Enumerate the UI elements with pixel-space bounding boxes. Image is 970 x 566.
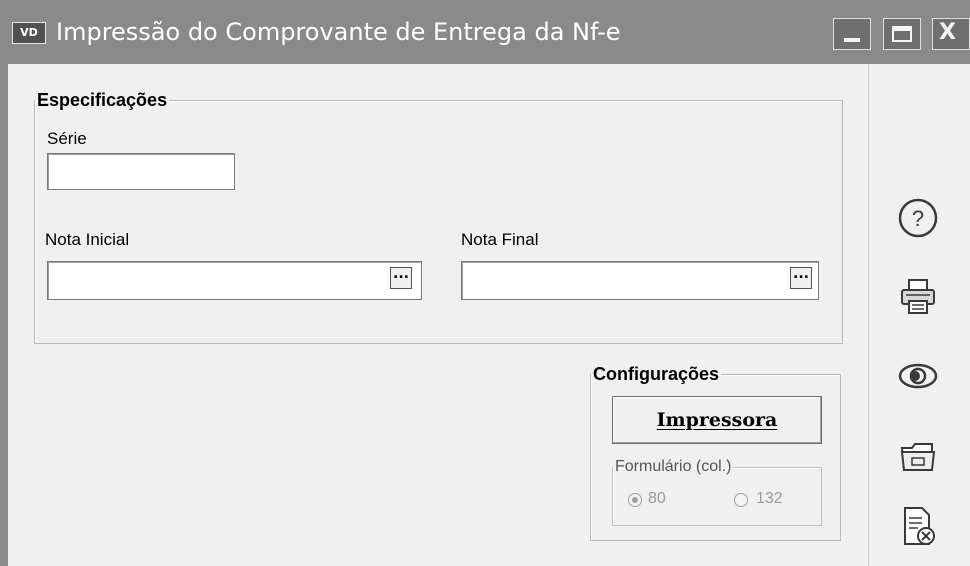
especificacoes-group: Especificações: [34, 90, 843, 344]
formulario-legend: Formulário (col.): [615, 458, 732, 475]
radio-132[interactable]: [734, 493, 748, 507]
nota-inicial-label: Nota Inicial: [45, 230, 130, 249]
app-icon[interactable]: VD: [12, 22, 46, 44]
maximize-button[interactable]: [883, 18, 921, 50]
impressora-button-label: Impressora: [656, 409, 778, 431]
window-title: Impressão do Comprovante de Entrega da N…: [56, 18, 621, 46]
serie-label: Série: [47, 129, 87, 148]
especificacoes-legend: Especificações: [37, 90, 168, 110]
window: VD Impressão do Comprovante de Entrega d…: [0, 0, 970, 566]
configuracoes-legend: Configurações: [593, 364, 720, 384]
radio-80[interactable]: [628, 493, 642, 507]
impressora-button[interactable]: Impressora: [612, 396, 822, 444]
close-document-icon[interactable]: [896, 504, 940, 548]
radio-80-label: 80: [648, 490, 666, 507]
nota-inicial-lookup-button[interactable]: ...: [390, 267, 412, 289]
title-bar[interactable]: VD Impressão do Comprovante de Entrega d…: [0, 0, 970, 64]
nota-final-label: Nota Final: [461, 230, 539, 249]
folder-icon[interactable]: [896, 434, 940, 478]
close-button[interactable]: X: [932, 18, 970, 50]
nota-final-lookup-button[interactable]: ...: [790, 267, 812, 289]
preview-eye-icon[interactable]: [896, 354, 940, 398]
nota-final-input[interactable]: [461, 261, 819, 300]
serie-input[interactable]: [47, 153, 235, 190]
radio-132-label: 132: [756, 490, 783, 507]
svg-text:?: ?: [912, 206, 924, 231]
printer-icon[interactable]: [896, 274, 940, 318]
help-icon[interactable]: ?: [896, 196, 940, 240]
formulario-group: Formulário (col.): [612, 458, 822, 526]
window-border: [0, 64, 8, 566]
nota-inicial-input[interactable]: [47, 261, 422, 300]
minimize-button[interactable]: [833, 18, 871, 50]
